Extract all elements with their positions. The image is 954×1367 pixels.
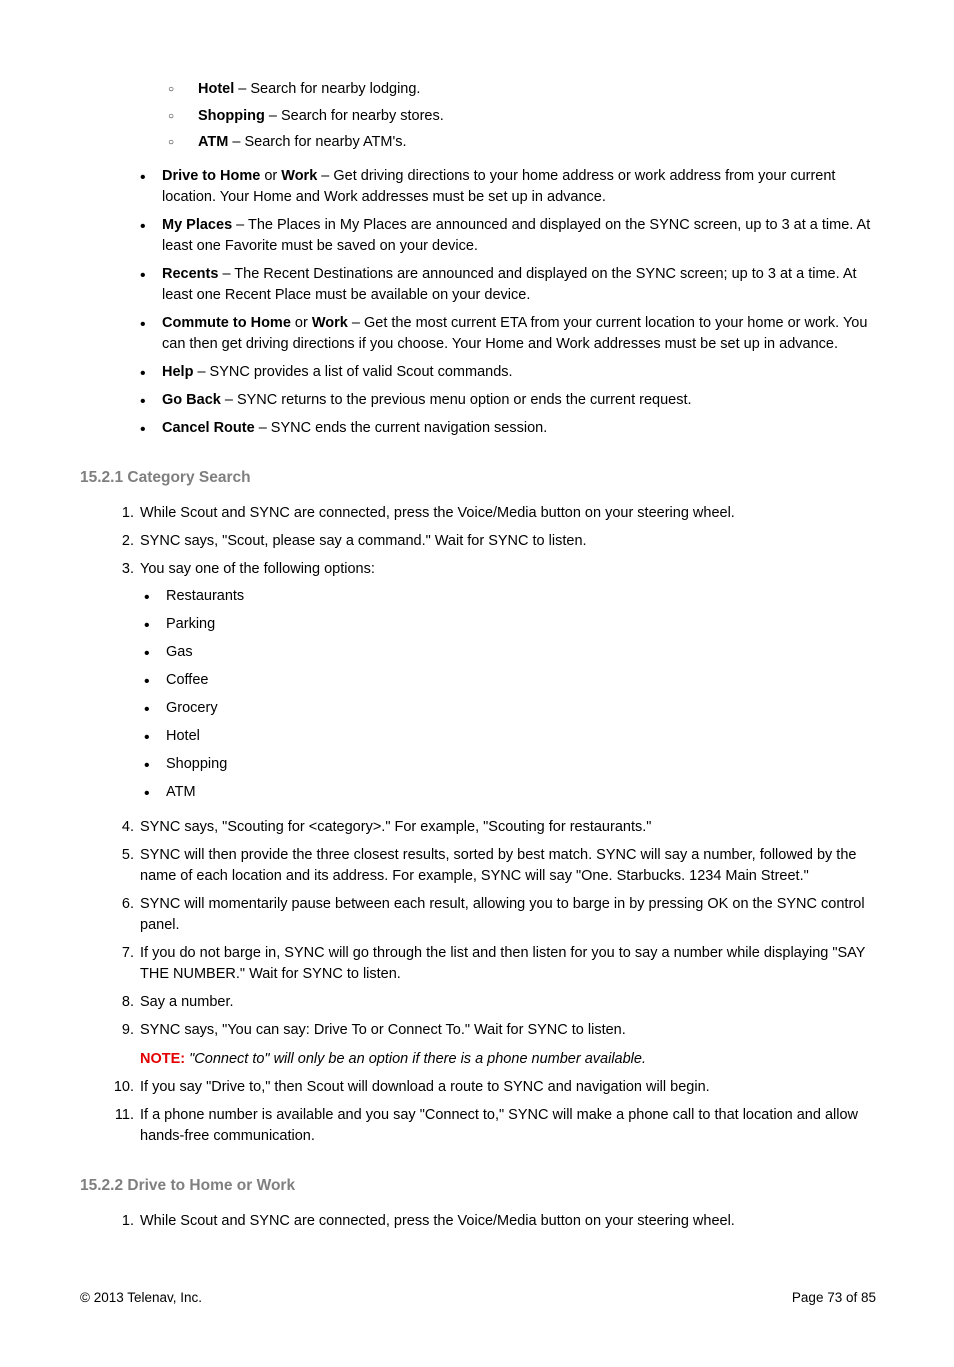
step-item: Say a number.	[138, 992, 876, 1020]
option-item: Restaurants	[166, 586, 876, 614]
list-item: My Places – The Places in My Places are …	[162, 215, 876, 264]
list-item: Recents – The Recent Destinations are an…	[162, 264, 876, 313]
sub-item: Shopping – Search for nearby stores.	[198, 107, 876, 134]
step-item: If you say "Drive to," then Scout will d…	[138, 1077, 876, 1105]
step-item: SYNC says, "Scouting for <category>." Fo…	[138, 817, 876, 845]
step-item: You say one of the following options: Re…	[138, 559, 876, 817]
category-search-steps: While Scout and SYNC are connected, pres…	[80, 503, 876, 1154]
step-item: While Scout and SYNC are connected, pres…	[138, 503, 876, 531]
list-item: Help – SYNC provides a list of valid Sco…	[162, 362, 876, 390]
note-label: NOTE:	[140, 1051, 185, 1067]
sub-item: Hotel – Search for nearby lodging.	[198, 80, 876, 107]
option-item: Shopping	[166, 754, 876, 782]
step-item: SYNC says, "You can say: Drive To or Con…	[138, 1020, 876, 1077]
option-item: Parking	[166, 614, 876, 642]
command-list: Drive to Home or Work – Get driving dire…	[80, 166, 876, 446]
option-item: Hotel	[166, 726, 876, 754]
list-item: Drive to Home or Work – Get driving dire…	[162, 166, 876, 215]
step-item: SYNC will then provide the three closest…	[138, 845, 876, 894]
step-item: SYNC says, "Scout, please say a command.…	[138, 531, 876, 559]
page-number: Page 73 of 85	[792, 1289, 876, 1307]
option-item: Grocery	[166, 698, 876, 726]
section-heading-drive-home-work: 15.2.2 Drive to Home or Work	[80, 1176, 876, 1197]
note-text: "Connect to" will only be an option if t…	[185, 1051, 646, 1067]
list-item: Commute to Home or Work – Get the most c…	[162, 313, 876, 362]
sub-item-list: Hotel – Search for nearby lodging. Shopp…	[80, 80, 876, 160]
option-item: Gas	[166, 642, 876, 670]
step-item: SYNC will momentarily pause between each…	[138, 894, 876, 943]
sub-item: ATM – Search for nearby ATM's.	[198, 133, 876, 160]
step-item: If a phone number is available and you s…	[138, 1105, 876, 1154]
page-footer: © 2013 Telenav, Inc. Page 73 of 85	[80, 1289, 876, 1307]
step-item: If you do not barge in, SYNC will go thr…	[138, 943, 876, 992]
list-item: Go Back – SYNC returns to the previous m…	[162, 390, 876, 418]
option-item: Coffee	[166, 670, 876, 698]
copyright: © 2013 Telenav, Inc.	[80, 1289, 202, 1307]
list-item: Cancel Route – SYNC ends the current nav…	[162, 418, 876, 446]
section-heading-category-search: 15.2.1 Category Search	[80, 468, 876, 489]
option-item: ATM	[166, 782, 876, 810]
note: NOTE: "Connect to" will only be an optio…	[140, 1049, 876, 1070]
category-options: Restaurants Parking Gas Coffee Grocery H…	[140, 586, 876, 810]
